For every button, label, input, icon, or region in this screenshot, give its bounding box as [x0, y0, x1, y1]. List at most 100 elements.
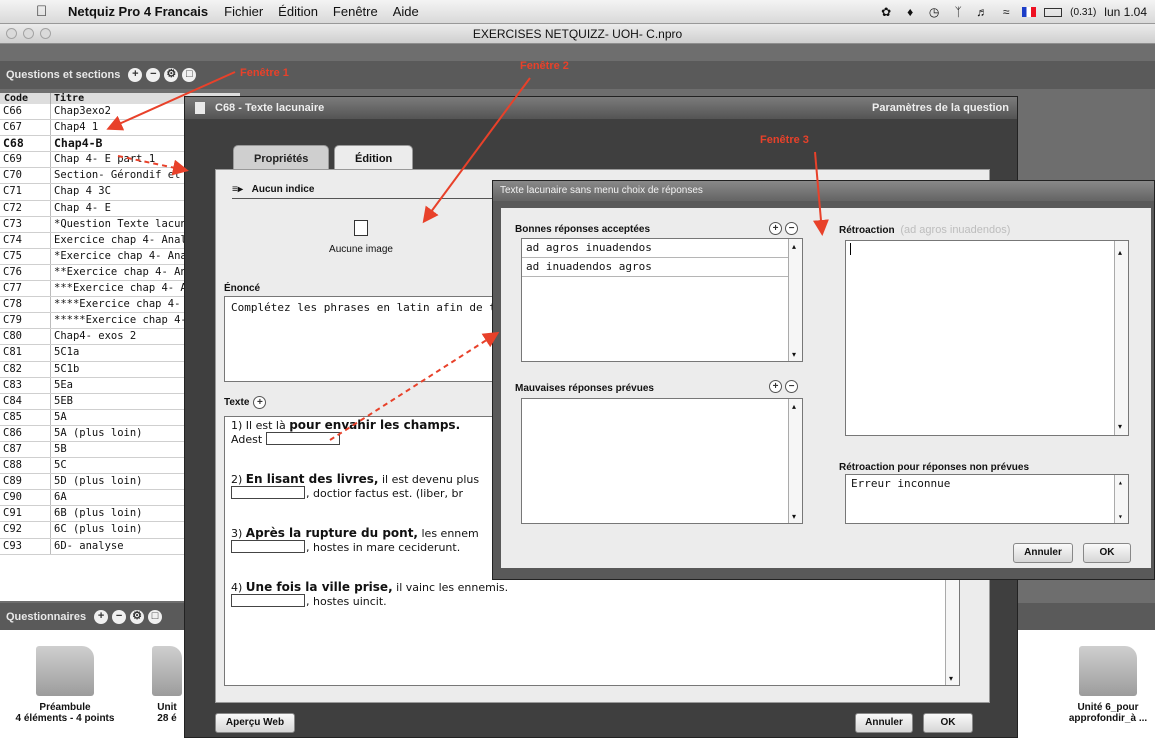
- row-code: C71: [0, 184, 51, 200]
- remove-good-answer-icon[interactable]: −: [785, 222, 798, 235]
- editor-title: C68 - Texte lacunaire: [215, 102, 325, 114]
- good-answers-scrollbar[interactable]: ▴ ▾: [788, 239, 802, 361]
- bad-answers-list[interactable]: ▴ ▾: [521, 398, 803, 524]
- add-blank-icon[interactable]: +: [253, 396, 267, 409]
- folder-name: Unité 6_pour: [1077, 702, 1139, 713]
- dialog-panel: Bonnes réponses acceptées + − ad agros i…: [501, 208, 1151, 568]
- folder-preambule[interactable]: Préambule 4 éléments - 4 points: [5, 646, 125, 724]
- feedback-scrollbar[interactable]: ▴ ▾: [1114, 241, 1128, 435]
- document-titlebar: EXERCISES NETQUIZZ- UOH- C.npro: [0, 24, 1155, 44]
- minimize-button[interactable]: [23, 28, 34, 39]
- dialog-titlebar[interactable]: Texte lacunaire sans menu choix de répon…: [493, 181, 1154, 201]
- row-code: C81: [0, 345, 51, 361]
- folder-icon: [1079, 646, 1137, 696]
- row-code: C88: [0, 458, 51, 474]
- sentence-bold: pour envahir les champs.: [289, 418, 461, 432]
- row-code: C92: [0, 522, 51, 538]
- wifi-icon[interactable]: ≈: [998, 5, 1014, 19]
- row-code: C87: [0, 441, 51, 458]
- blank-field[interactable]: [265, 432, 340, 445]
- sentence-post: il vainc les ennemis.: [392, 581, 509, 594]
- time-machine-icon[interactable]: ◷: [926, 5, 942, 19]
- row-title: Chap 4- E part 1: [54, 153, 156, 166]
- settings-questionnaire-icon[interactable]: ⚙: [130, 610, 145, 624]
- row-title: Chap4- exos 2: [54, 330, 137, 343]
- hint-expand-icon[interactable]: ≡▸: [232, 184, 243, 195]
- flag-fr-icon[interactable]: [1022, 7, 1037, 17]
- row-title: Chap4-B: [54, 136, 103, 151]
- folder-unite-6[interactable]: Unité 6_pour approfondir_à ...: [1064, 646, 1152, 724]
- unexpected-feedback-field[interactable]: Erreur inconnue ▴ ▾: [845, 474, 1129, 524]
- image-placeholder[interactable]: Aucune image: [321, 220, 401, 255]
- col-title[interactable]: Titre: [51, 93, 84, 104]
- remove-icon[interactable]: −: [146, 68, 161, 82]
- row-title: 5EB: [54, 394, 73, 407]
- dialog-ok-button[interactable]: OK: [1083, 543, 1131, 563]
- remove-bad-answer-icon[interactable]: −: [785, 380, 798, 393]
- battery-icon[interactable]: [1044, 7, 1063, 17]
- menu-edition[interactable]: Édition: [278, 4, 318, 19]
- row-title: Chap4 1: [54, 121, 99, 134]
- window-controls: [6, 28, 51, 39]
- blank-field[interactable]: [231, 594, 305, 607]
- app-status-icon[interactable]: ✿: [878, 5, 894, 19]
- apple-menu-icon[interactable]: : [36, 3, 54, 20]
- hint-row[interactable]: ≡▸ Aucun indice: [232, 184, 492, 199]
- volume-icon[interactable]: ♬: [974, 5, 990, 19]
- annotation-fenetre-2: Fenêtre 2: [520, 60, 569, 72]
- menu-fichier[interactable]: Fichier: [224, 4, 263, 19]
- good-answers-list[interactable]: ad agros inuadendos ad inuadendos agros …: [521, 238, 803, 362]
- zoom-button[interactable]: [40, 28, 51, 39]
- evernote-icon[interactable]: ♦: [902, 5, 918, 19]
- row-title: 5B: [54, 442, 67, 455]
- add-good-answer-icon[interactable]: +: [769, 222, 782, 235]
- feedback-field[interactable]: ▴ ▾: [845, 240, 1129, 436]
- unexpected-scrollbar[interactable]: ▴ ▾: [1114, 475, 1128, 523]
- lock-icon[interactable]: □: [182, 68, 197, 82]
- editor-titlebar[interactable]: C68 - Texte lacunaire Paramètres de la q…: [185, 97, 1017, 119]
- row-code: C84: [0, 393, 51, 409]
- folder-unit[interactable]: Unit 28 é: [150, 646, 184, 724]
- list-item[interactable]: ad agros inuadendos: [522, 239, 802, 258]
- row-title: Chap 4 3C: [54, 185, 111, 198]
- question-params-label[interactable]: Paramètres de la question: [872, 97, 1009, 119]
- dialog-cancel-button[interactable]: Annuler: [1013, 543, 1073, 563]
- row-code: C67: [0, 120, 51, 136]
- add-icon[interactable]: +: [128, 68, 143, 82]
- row-title: Section- Gérondif et ad: [54, 169, 200, 182]
- unexpected-feedback-label: Rétroaction pour réponses non prévues: [839, 462, 1030, 473]
- document-title: EXERCISES NETQUIZZ- UOH- C.npro: [472, 27, 683, 41]
- document-icon: [195, 102, 205, 114]
- web-preview-button[interactable]: Aperçu Web: [215, 713, 295, 733]
- row-title: Chap 4- E: [54, 201, 111, 214]
- add-questionnaire-icon[interactable]: +: [94, 610, 109, 624]
- sentence-pre: 4): [231, 581, 246, 594]
- tab-proprietes[interactable]: Propriétés: [233, 145, 330, 171]
- row-code: C90: [0, 490, 51, 506]
- lock-questionnaire-icon[interactable]: □: [148, 610, 163, 624]
- clock[interactable]: lun 1.04: [1104, 5, 1147, 19]
- sentence-post: il est devenu plus: [378, 473, 480, 486]
- feedback-hint: (ad agros inuadendos): [900, 224, 1011, 236]
- blank-field[interactable]: [231, 486, 305, 499]
- bad-answers-scrollbar[interactable]: ▴ ▾: [788, 399, 802, 523]
- duplicate-icon[interactable]: ⚙: [164, 68, 179, 82]
- remove-questionnaire-icon[interactable]: −: [112, 610, 127, 624]
- blank-field[interactable]: [231, 540, 305, 553]
- questions-header-label: Questions et sections: [6, 69, 121, 81]
- texte-label-row: Texte +: [224, 396, 267, 409]
- col-code[interactable]: Code: [0, 93, 51, 104]
- menu-bar:  Netquiz Pro 4 Francais Fichier Édition…: [0, 0, 1155, 24]
- list-item[interactable]: ad inuadendos agros: [522, 258, 802, 277]
- bluetooth-icon[interactable]: ᛉ: [950, 5, 966, 19]
- questionnaires-header-label: Questionnaires: [6, 611, 87, 623]
- editor-ok-button[interactable]: OK: [923, 713, 973, 733]
- editor-cancel-button[interactable]: Annuler: [855, 713, 913, 733]
- app-menu[interactable]: Netquiz Pro 4 Francais: [68, 4, 208, 19]
- row-title: 5D (plus loin): [54, 475, 143, 488]
- folder-icon: [152, 646, 182, 696]
- close-button[interactable]: [6, 28, 17, 39]
- menu-fenetre[interactable]: Fenêtre: [333, 4, 378, 19]
- add-bad-answer-icon[interactable]: +: [769, 380, 782, 393]
- menu-aide[interactable]: Aide: [393, 4, 419, 19]
